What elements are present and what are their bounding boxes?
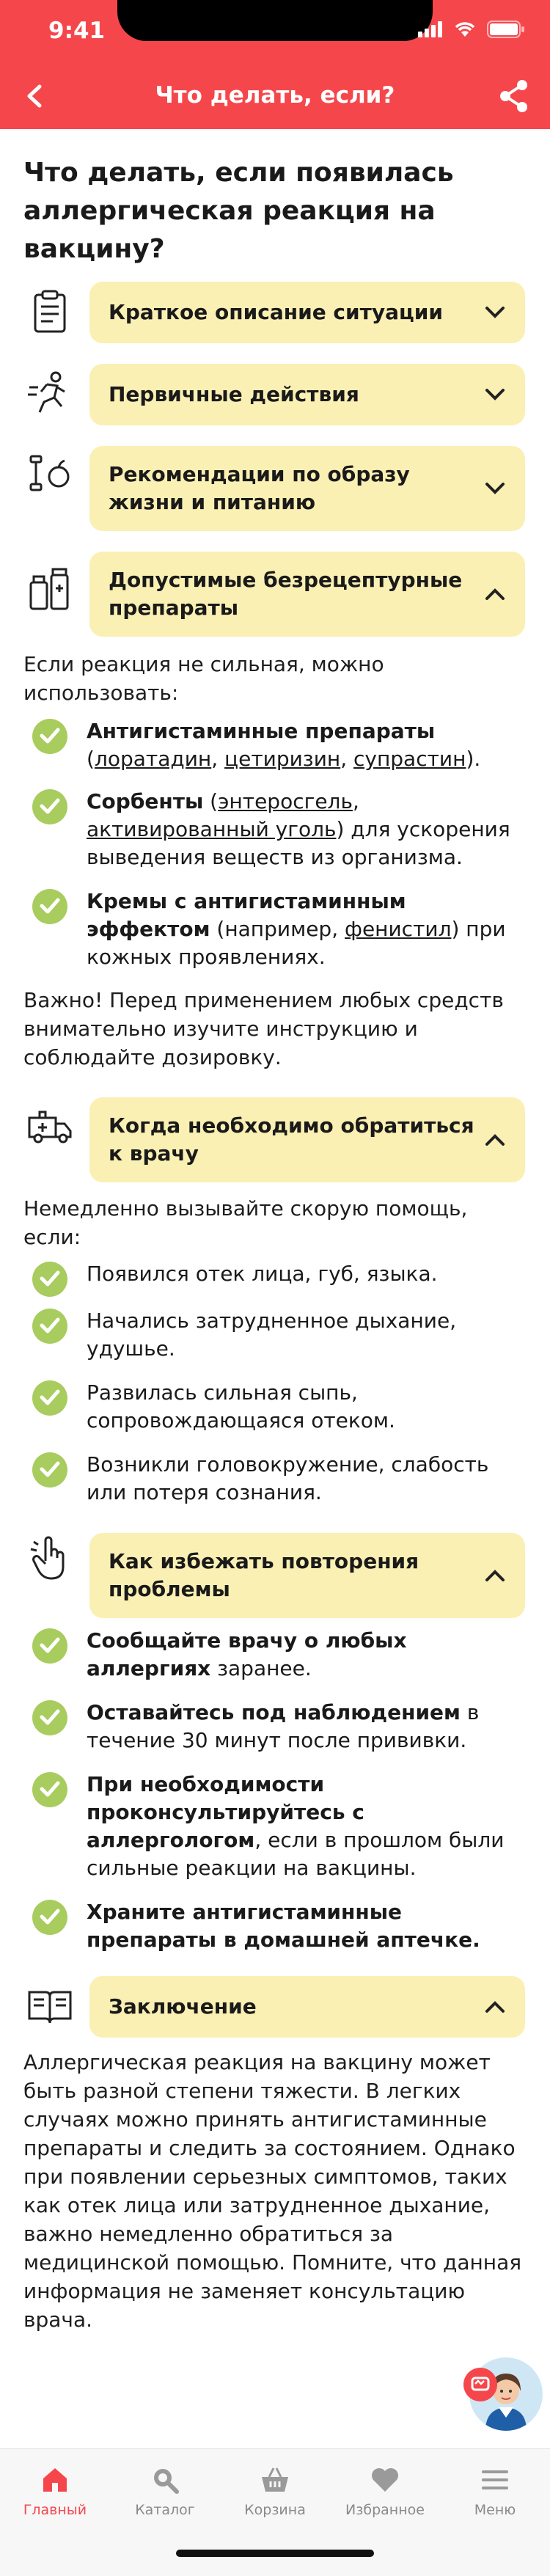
basket-icon xyxy=(262,2467,288,2492)
list-item-text: Развилась сильная сыпь, сопровождающаяся… xyxy=(87,1380,395,1432)
section-conclusion: Заключение xyxy=(19,1976,525,2038)
list-item-text: Сорбенты (энтеросгель, активированный уг… xyxy=(87,789,510,869)
section-lifestyle: Рекомендации по образу жизни и питанию xyxy=(19,446,525,531)
drug-link[interactable]: цетиризин xyxy=(224,747,340,771)
heart-icon xyxy=(372,2468,398,2492)
list-item-text: Появился отек лица, губ, языка. xyxy=(87,1262,438,1286)
assistant-button[interactable] xyxy=(463,2354,546,2437)
list-item-text: Антигистаминные препараты (лоратадин, це… xyxy=(87,719,481,771)
accordion-label: Допустимые безрецептурные препараты xyxy=(109,568,463,620)
section-prevent: Как избежать повторения проблемы xyxy=(19,1533,525,1618)
drug-link[interactable]: энтеросгель xyxy=(218,789,353,813)
signal-icon xyxy=(418,21,442,37)
list-item-text: При необходимости проконсультируйтесь с … xyxy=(87,1772,505,1880)
list-item-text: Начались затрудненное дыхание, удушье. xyxy=(87,1309,457,1361)
tab-home[interactable]: Главный xyxy=(0,2464,110,2518)
chevron-down-icon xyxy=(485,483,505,494)
accordion-first-actions[interactable]: Первичные действия xyxy=(89,364,525,425)
app-header: 9:41 Что делать, если? xyxy=(0,0,550,129)
tab-catalog[interactable]: Каталог xyxy=(110,2464,220,2518)
device-notch xyxy=(117,0,433,41)
tab-label: Главный xyxy=(23,2502,87,2518)
section-summary: Краткое описание ситуации xyxy=(19,282,525,343)
accordion-label: Рекомендации по образу жизни и питанию xyxy=(109,462,410,514)
chevron-down-icon xyxy=(485,307,505,318)
accordion-lifestyle[interactable]: Рекомендации по образу жизни и питанию xyxy=(89,446,525,531)
tab-menu[interactable]: Меню xyxy=(440,2464,550,2518)
drug-link[interactable]: фенистил xyxy=(345,917,451,941)
check-icon xyxy=(32,1628,67,1664)
check-icon xyxy=(32,1309,67,1344)
dumbbell-apple-icon xyxy=(29,455,70,491)
list-item-text: Кремы с антигистаминным эффектом (наприм… xyxy=(87,889,506,969)
wifi-icon xyxy=(455,22,475,37)
accordion-label: Когда необходимо обратиться к врачу xyxy=(109,1113,474,1166)
drug-link[interactable]: супрастин xyxy=(353,747,466,771)
check-icon xyxy=(32,889,67,924)
chevron-up-icon xyxy=(485,1134,505,1146)
medicine-icon xyxy=(29,568,69,610)
list-item-text: Оставайтесь под наблюдением в течение 30… xyxy=(87,1700,480,1752)
check-icon xyxy=(32,789,67,824)
search-icon xyxy=(154,2469,179,2494)
accordion-doctor[interactable]: Когда необходимо обратиться к врачу xyxy=(89,1097,525,1182)
accordion-label: Заключение xyxy=(109,1994,257,2019)
home-indicator xyxy=(176,2550,374,2557)
drug-link[interactable]: лоратадин xyxy=(95,747,211,771)
check-icon xyxy=(32,1452,67,1488)
status-icons xyxy=(418,21,525,38)
tab-label: Каталог xyxy=(135,2502,195,2518)
section-first-actions: Первичные действия xyxy=(19,364,525,425)
status-time: 9:41 xyxy=(48,18,106,44)
check-icon xyxy=(32,719,67,754)
share-icon[interactable] xyxy=(497,78,531,114)
chat-badge-icon xyxy=(463,2368,497,2401)
accordion-prevent[interactable]: Как избежать повторения проблемы xyxy=(89,1533,525,1618)
nav-bar: Что делать, если? xyxy=(0,73,550,122)
section-doctor: Когда необходимо обратиться к врачу xyxy=(19,1097,525,1182)
otc-intro: Если реакция не сильная, можно использов… xyxy=(23,652,384,705)
accordion-label: Как избежать повторения проблемы xyxy=(109,1549,419,1601)
drug-link[interactable]: активированный уголь xyxy=(87,817,336,841)
tab-label: Меню xyxy=(474,2502,516,2518)
tab-cart[interactable]: Корзина xyxy=(220,2464,330,2518)
accordion-conclusion[interactable]: Заключение xyxy=(89,1976,525,2038)
list-item-text: Сообщайте врачу о любых аллергиях заране… xyxy=(87,1628,407,1680)
menu-icon xyxy=(482,2470,508,2489)
battery-icon xyxy=(487,21,524,38)
accordion-label: Краткое описание ситуации xyxy=(109,300,444,324)
check-icon xyxy=(32,1772,67,1807)
conclusion-text: Аллергическая реакция на вакцину может б… xyxy=(23,2050,522,2332)
home-icon xyxy=(43,2468,67,2492)
hand-pointer-icon xyxy=(30,1536,65,1580)
chevron-down-icon xyxy=(485,389,505,400)
page-title: Что делать, если появилась аллергическая… xyxy=(23,158,454,264)
nav-title: Что делать, если? xyxy=(155,82,395,109)
chevron-up-icon xyxy=(485,1570,505,1581)
check-icon xyxy=(32,1900,67,1935)
status-bar: 9:41 xyxy=(0,0,550,59)
check-icon xyxy=(32,1380,67,1416)
accordion-otc[interactable]: Допустимые безрецептурные препараты xyxy=(89,552,525,637)
accordion-label: Первичные действия xyxy=(109,382,359,406)
doctor-intro: Немедленно вызывайте скорую помощь, если… xyxy=(23,1196,468,1249)
list-item-text: Храните антигистаминные препараты в дома… xyxy=(87,1900,480,1952)
tab-label: Корзина xyxy=(244,2502,306,2518)
clipboard-icon xyxy=(34,290,66,333)
tab-label: Избранное xyxy=(345,2502,425,2518)
tab-favorites[interactable]: Избранное xyxy=(330,2464,440,2518)
section-otc: Допустимые безрецептурные препараты xyxy=(19,552,525,637)
otc-note: Важно! Перед применением любых средств в… xyxy=(23,988,504,1069)
accordion-summary[interactable]: Краткое описание ситуации xyxy=(89,282,525,343)
ambulance-icon xyxy=(28,1110,72,1144)
runner-icon xyxy=(28,371,65,413)
check-icon xyxy=(32,1262,67,1297)
chevron-up-icon xyxy=(485,2001,505,2013)
chevron-up-icon xyxy=(485,588,505,600)
book-icon xyxy=(28,1991,72,2024)
list-item-text: Возникли головокружение, слабость или по… xyxy=(87,1452,489,1504)
check-icon xyxy=(32,1700,67,1735)
